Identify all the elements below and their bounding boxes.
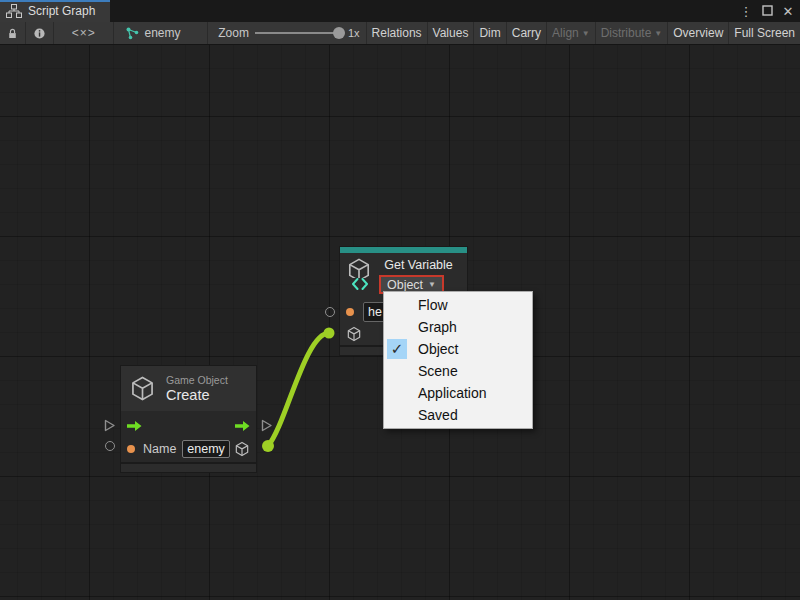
menu-item-flow[interactable]: Flow: [384, 294, 532, 316]
kind-dropdown-arrow-icon: ▼: [428, 280, 436, 289]
create-node-body: Name enemy: [121, 411, 256, 462]
create-node[interactable]: Game Object Create Name enem: [120, 365, 257, 473]
lock-button[interactable]: [0, 22, 26, 44]
relations-button[interactable]: Relations: [366, 22, 427, 44]
toolbar: <×> enemy Zoom 1x Relations Values Dim C…: [0, 22, 800, 45]
zoom-slider-handle[interactable]: [333, 27, 345, 39]
tab-active-accent: [0, 0, 110, 2]
check-icon: ✓: [387, 339, 407, 359]
menu-item-scene[interactable]: Scene: [384, 360, 532, 382]
titlebar: Script Graph ⋮ ✕: [0, 0, 800, 22]
gameobject-output-icon[interactable]: [234, 441, 250, 457]
window-controls: ⋮ ✕: [739, 0, 800, 22]
create-name-row: Name enemy: [121, 437, 256, 460]
name-port-label: Name: [143, 442, 176, 456]
window-menu-icon[interactable]: ⋮: [739, 4, 753, 19]
tab-script-graph[interactable]: Script Graph: [0, 0, 110, 22]
zoom-slider[interactable]: [255, 32, 343, 34]
align-dropdown-icon: ▼: [582, 29, 590, 38]
create-node-category: Game Object: [166, 374, 228, 386]
name-value-dot[interactable]: [127, 445, 135, 453]
variable-kind-menu: Flow Graph ✓ Object Scene Application Sa…: [383, 291, 533, 429]
variable-graph-icon: [126, 27, 139, 40]
menu-item-saved[interactable]: Saved: [384, 404, 532, 426]
graph-icon: [6, 4, 22, 18]
menu-item-application[interactable]: Application: [384, 382, 532, 404]
info-icon: [34, 27, 45, 40]
create-flow-input-port[interactable]: [104, 419, 116, 432]
menu-item-graph[interactable]: Graph: [384, 316, 532, 338]
values-button[interactable]: Values: [427, 22, 474, 44]
create-flow-row: [121, 414, 256, 437]
info-button[interactable]: [26, 22, 54, 44]
align-button[interactable]: Align▼: [546, 22, 595, 44]
variable-name: enemy: [144, 26, 180, 40]
get-variable-title: Get Variable: [384, 258, 453, 272]
wire-output-dot: [262, 440, 274, 452]
close-icon[interactable]: ✕: [781, 4, 795, 19]
menu-item-object[interactable]: ✓ Object: [384, 338, 532, 360]
getvar-name-dot[interactable]: [346, 308, 354, 316]
game-object-icon: [129, 375, 156, 402]
fullscreen-button[interactable]: Full Screen: [728, 22, 800, 44]
create-node-title: Create: [166, 387, 228, 403]
carry-button[interactable]: Carry: [506, 22, 546, 44]
lock-icon: [8, 27, 17, 40]
getvar-object-port-icon[interactable]: [346, 326, 362, 342]
getvar-name-input-port[interactable]: [325, 307, 335, 317]
create-node-footer: [121, 462, 256, 472]
tab-label: Script Graph: [28, 4, 95, 18]
graph-canvas[interactable]: Game Object Create Name enem: [0, 45, 800, 600]
name-input[interactable]: enemy: [182, 440, 230, 458]
create-flow-output-port[interactable]: [261, 419, 273, 432]
zoom-control: Zoom 1x: [208, 22, 365, 44]
maximize-icon[interactable]: [760, 4, 774, 19]
create-node-header: Game Object Create: [121, 366, 256, 411]
create-value-input-port[interactable]: [105, 441, 115, 451]
overview-button[interactable]: Overview: [667, 22, 728, 44]
zoom-label: Zoom: [218, 26, 249, 40]
variable-indicator[interactable]: enemy: [114, 22, 208, 44]
variable-code-icon: [351, 278, 369, 290]
flow-out-arrow-icon[interactable]: [235, 421, 250, 431]
distribute-dropdown-icon: ▼: [654, 29, 662, 38]
flow-in-arrow-icon[interactable]: [127, 421, 142, 431]
distribute-button[interactable]: Distribute▼: [595, 22, 668, 44]
script-graph-window: Script Graph ⋮ ✕ <×>: [0, 0, 800, 600]
code-preview-button[interactable]: <×>: [54, 22, 114, 44]
wire-input-dot: [324, 328, 335, 339]
code-icon: <×>: [72, 26, 96, 40]
dim-button[interactable]: Dim: [473, 22, 505, 44]
zoom-value: 1x: [348, 27, 360, 39]
